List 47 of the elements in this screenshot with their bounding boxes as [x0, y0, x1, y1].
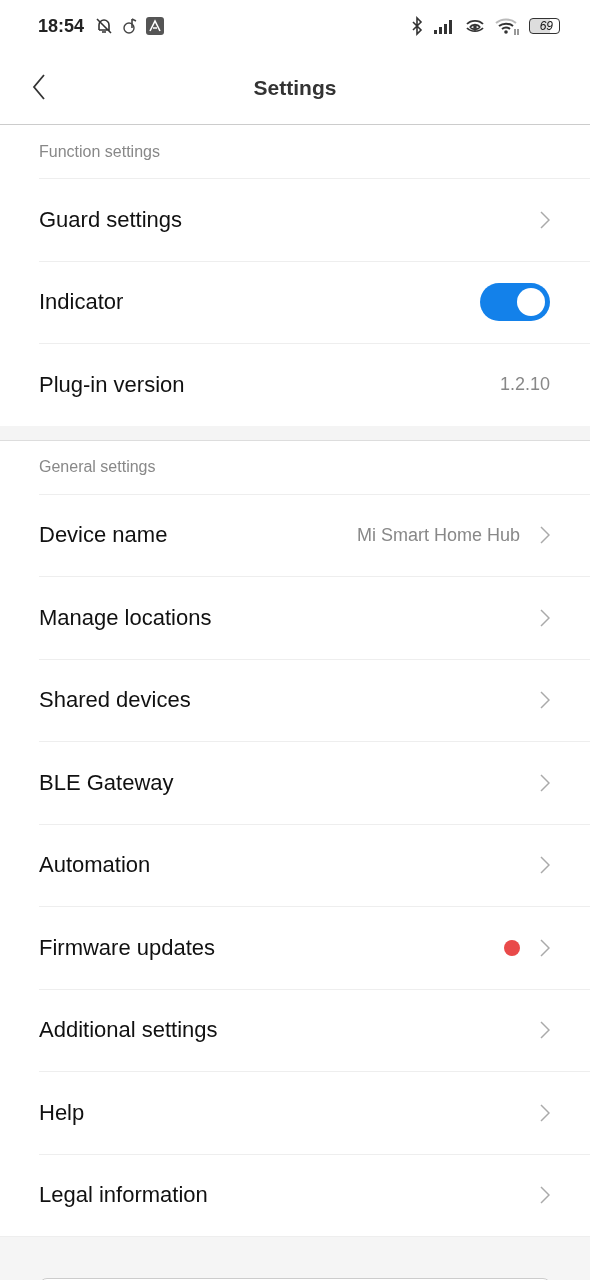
settings-row[interactable]: Firmware updates [39, 906, 590, 989]
chevron-right-icon [540, 938, 550, 957]
settings-row[interactable]: BLE Gateway [39, 741, 590, 824]
row-label: Indicator [39, 289, 124, 316]
settings-row[interactable]: Additional settings [39, 988, 590, 1071]
settings-row[interactable]: Indicator [39, 260, 590, 343]
back-button[interactable] [30, 72, 48, 102]
chevron-right-icon [540, 773, 550, 792]
settings-row[interactable]: Shared devices [39, 658, 590, 741]
row-label: Manage locations [39, 604, 212, 631]
row-label: BLE Gateway [39, 769, 174, 796]
settings-row[interactable]: Manage locations [39, 576, 590, 659]
music-note-icon [122, 17, 139, 35]
row-label: Device name [39, 522, 168, 549]
wifi-icon [494, 17, 519, 35]
settings-row[interactable]: Plug-in version 1.2.10 [39, 343, 590, 426]
row-label: Help [39, 1099, 85, 1126]
row-label: Firmware updates [39, 934, 216, 961]
row-label: Plug-in version [39, 371, 185, 398]
chevron-right-icon [540, 1186, 550, 1205]
chevron-right-icon [540, 1103, 550, 1122]
row-value: 1.2.10 [499, 374, 550, 396]
chevron-right-icon [540, 856, 550, 875]
chevron-right-icon [540, 526, 550, 545]
bluetooth-icon [410, 16, 423, 36]
chevron-right-icon [540, 1021, 550, 1040]
chevron-right-icon [540, 608, 550, 627]
app-icon [146, 17, 165, 35]
settings-row[interactable]: Automation [39, 823, 590, 906]
row-label: Additional settings [39, 1017, 218, 1044]
signal-icon [432, 18, 455, 34]
settings-row[interactable]: Device name Mi Smart Home Hub [39, 493, 590, 576]
row-value: Mi Smart Home Hub [356, 524, 520, 546]
page-title: Settings [253, 76, 337, 100]
row-label: Guard settings [39, 206, 183, 233]
settings-row[interactable]: Help [39, 1071, 590, 1154]
settings-row[interactable]: Guard settings [39, 178, 590, 261]
status-time: 18:54 [38, 15, 85, 37]
section-header: General settings [39, 458, 156, 476]
row-label: Shared devices [39, 687, 191, 714]
row-label: Legal information [39, 1182, 208, 1209]
chevron-right-icon [540, 210, 550, 229]
toggle-switch[interactable] [480, 283, 550, 322]
row-label: Automation [39, 852, 151, 879]
section-header: Function settings [39, 142, 160, 161]
chevron-right-icon [540, 691, 550, 710]
battery-icon: 69 [528, 18, 560, 34]
